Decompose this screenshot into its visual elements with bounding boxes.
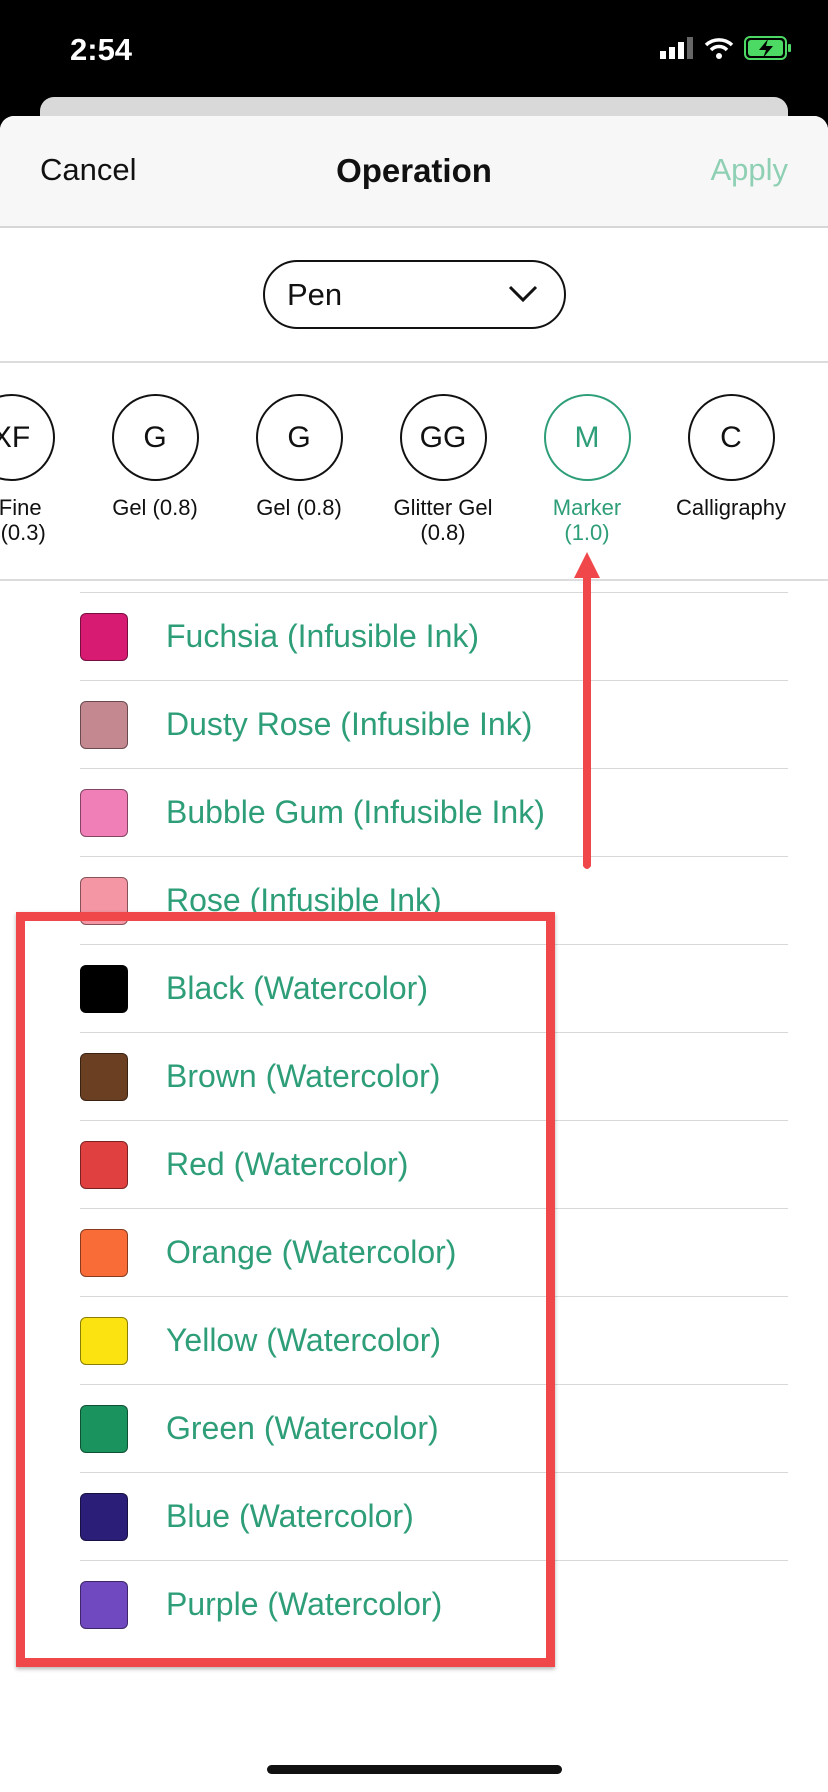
color-swatch	[80, 612, 128, 661]
tool-circle: XF	[0, 394, 55, 481]
tool-option[interactable]: GG Glitter Gel (0.8)	[368, 394, 518, 545]
tool-circle: C	[687, 394, 775, 481]
battery-charging-icon	[744, 36, 791, 60]
tool-label: Calligraphy	[675, 495, 787, 520]
tool-label: a Fine nt (0.3)	[0, 495, 46, 545]
chevron-down-icon	[508, 285, 538, 303]
tool-circle: M	[543, 394, 631, 481]
color-swatch	[80, 788, 128, 837]
tool-circle: G	[111, 394, 199, 481]
tool-circle: G	[255, 394, 343, 481]
color-label: Bubble Gum (Infusible Ink)	[166, 794, 545, 830]
tool-circle: GG	[399, 394, 487, 481]
tool-option[interactable]: G Gel (0.8)	[224, 394, 374, 520]
apply-button[interactable]: Apply	[710, 152, 788, 188]
annotation-highlight-box	[16, 912, 555, 1667]
annotation-arrow-icon	[574, 552, 600, 869]
color-label: Dusty Rose (Infusible Ink)	[166, 706, 533, 742]
color-list-item[interactable]: Fuchsia (Infusible Ink)	[80, 592, 788, 680]
color-list-item[interactable]: Bubble Gum (Infusible Ink)	[80, 768, 788, 856]
tool-label: Gel (0.8)	[256, 495, 342, 520]
wifi-icon	[704, 38, 734, 59]
tool-option[interactable]: XF a Fine nt (0.3)	[0, 394, 86, 545]
signal-icon	[660, 37, 693, 59]
divider	[0, 579, 828, 581]
tool-label: Glitter Gel (0.8)	[393, 495, 493, 545]
color-label: Fuchsia (Infusible Ink)	[166, 618, 480, 654]
tool-label: Gel (0.8)	[112, 495, 198, 520]
status-time: 2:54	[70, 32, 133, 67]
dropdown-value: Pen	[287, 277, 343, 312]
color-swatch	[80, 700, 128, 749]
tool-label: Marker (1.0)	[552, 495, 622, 545]
divider	[0, 361, 828, 363]
home-indicator[interactable]	[267, 1765, 562, 1774]
page-title: Operation	[336, 152, 492, 189]
sheet-header: Cancel Operation Apply	[0, 116, 828, 228]
tool-option[interactable]: C Calligraphy	[656, 394, 806, 520]
tool-option[interactable]: M Marker (1.0)	[512, 394, 662, 545]
operation-type-dropdown[interactable]: Pen	[263, 260, 566, 329]
tool-option[interactable]: G Gel (0.8)	[80, 394, 230, 520]
status-icons	[660, 36, 792, 60]
color-list-item[interactable]: Dusty Rose (Infusible Ink)	[80, 680, 788, 768]
